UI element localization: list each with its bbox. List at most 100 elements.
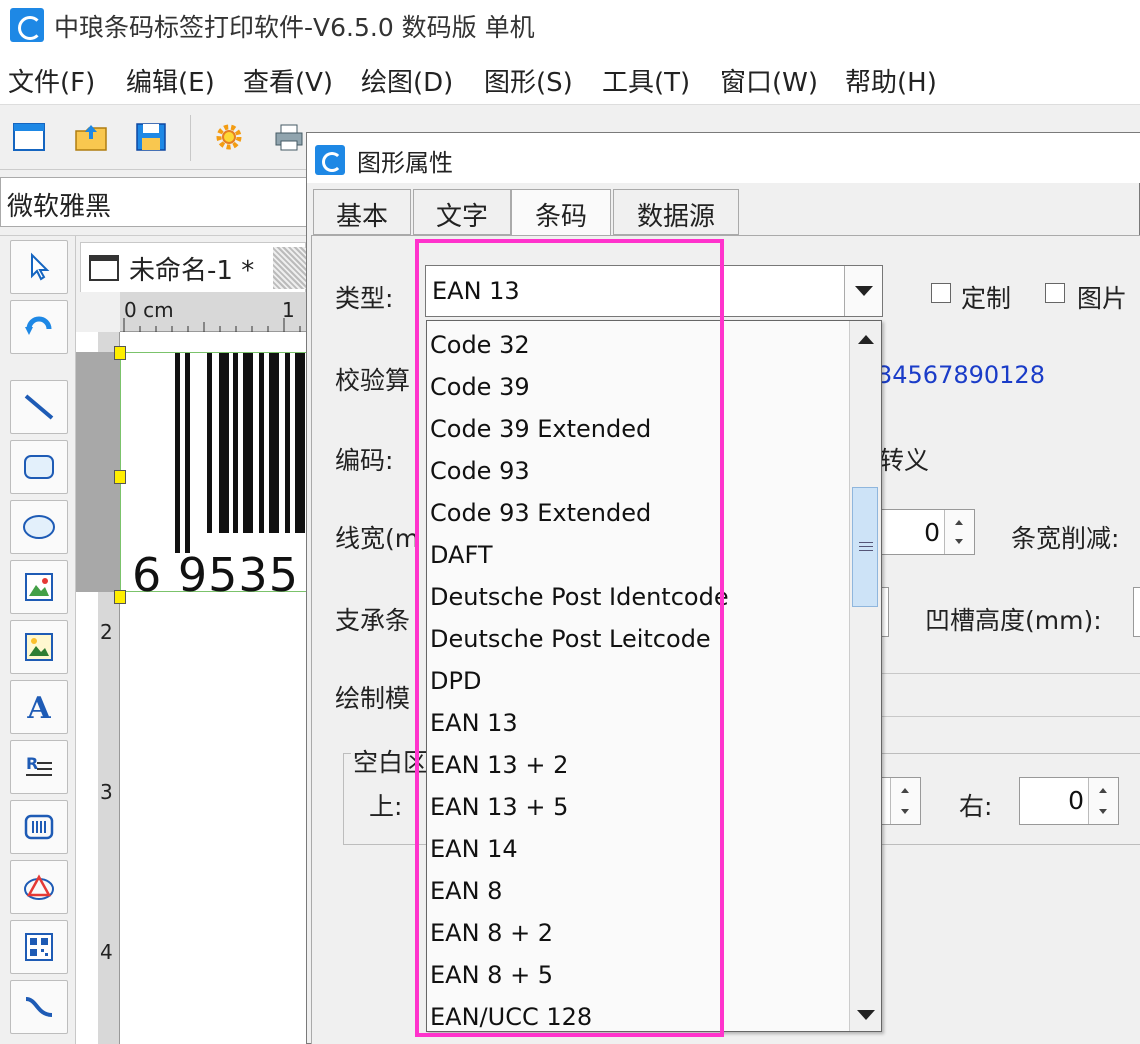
dialog-tabs: 基本 文字 条码 数据源 [313,189,1139,237]
selection-handle-top[interactable] [114,346,126,360]
rich-text-icon: R [26,754,52,776]
top-margin-spin-buttons[interactable] [890,778,920,824]
top-margin-spinner[interactable] [881,777,921,825]
menu-window[interactable]: 窗口(W) [720,62,818,99]
rich-text-tool-button[interactable]: R [10,740,68,794]
ruler-v-mark-2: 2 [100,620,113,644]
open-folder-icon[interactable] [74,121,108,153]
font-family-select[interactable]: 微软雅黑 [0,177,310,227]
save-icon[interactable] [134,121,168,153]
line-icon [24,394,54,420]
right-margin-label: 右: [959,792,993,821]
document-tab-close-icon[interactable] [273,247,307,289]
right-margin-spinner[interactable]: 0 [1019,777,1119,825]
shape-icon [24,874,54,900]
left-toolbox: A R [0,236,76,1044]
ruler-v-mark-4: 4 [100,940,113,964]
ellipse-tool-button[interactable] [10,500,68,554]
curve-icon [25,997,53,1017]
svg-text:A: A [26,691,51,723]
barcode-tool-button[interactable] [10,800,68,854]
select-arrow-icon [31,252,50,281]
combo-dropdown-button[interactable] [844,266,882,316]
tab-datasource[interactable]: 数据源 [613,189,739,235]
font-bar: 微软雅黑 [0,170,310,236]
new-window-icon[interactable] [12,121,46,153]
qrcode-tool-button[interactable] [10,920,68,974]
document-tab[interactable]: 未命名-1 * [80,242,307,292]
right-margin-spin-buttons[interactable] [1088,778,1118,824]
magenta-highlight-frame [415,239,724,1037]
image-checkbox-label: 图片 [1077,284,1128,313]
menu-bar: 文件(F) 编辑(E) 查看(V) 绘图(D) 图形(S) 工具(T) 窗口(W… [0,54,1140,104]
rounded-rect-icon [24,455,54,479]
spin-up-icon [901,788,909,793]
rotate-icon [25,316,52,335]
line-width-spin-buttons[interactable] [944,510,974,554]
bearer-label: 支承条 [335,606,411,635]
notch-height-input[interactable] [1133,587,1140,637]
dialog-title: 图形属性 [357,149,453,177]
image-checkbox[interactable] [1045,283,1065,303]
ruler-ticks [123,318,301,332]
design-canvas[interactable]: 0 cm 1 1 2 3 4 6 9535 [76,292,310,1044]
app-title-bar: 中琅条码标签打印软件-V6.5.0 数码版 单机 [0,0,1140,50]
scroll-up-button[interactable] [850,323,882,355]
rotate-tool-button[interactable] [10,300,68,354]
print-icon[interactable] [272,121,306,153]
top-margin-label: 上: [369,792,403,821]
checksum-label: 校验算 [335,366,411,395]
line-width-label: 线宽(m [335,524,420,553]
rounded-rect-tool-button[interactable] [10,440,68,494]
chevron-down-icon [857,1010,875,1020]
custom-checkbox[interactable] [931,283,951,303]
menu-help[interactable]: 帮助(H) [845,62,937,99]
picture-tool-button[interactable] [10,620,68,674]
encoding-label: 编码: [335,446,394,475]
scroll-thumb[interactable] [852,487,878,607]
menu-view[interactable]: 查看(V) [243,62,333,99]
horizontal-ruler: 0 cm 1 [120,292,310,332]
bearer-select-edge[interactable] [881,587,889,637]
selection-handle-bottom[interactable] [114,590,126,604]
spin-up-icon [1099,788,1107,793]
menu-edit[interactable]: 编辑(E) [126,62,215,99]
checksum-value: 34567890128 [877,361,1045,389]
chevron-down-icon [854,286,873,296]
image-tool-button[interactable] [10,560,68,614]
tab-text[interactable]: 文字 [413,189,511,235]
tab-basic[interactable]: 基本 [313,189,411,235]
document-tab-label: 未命名-1 * [129,256,255,286]
ellipse-icon [23,515,55,539]
line-width-spinner[interactable]: 0 [881,509,975,555]
menu-shape[interactable]: 图形(S) [484,62,573,99]
dialog-title-bar[interactable]: 图形属性 [307,133,1140,183]
selection-handle-middle[interactable] [114,470,126,484]
barcode-graphic[interactable] [121,353,311,553]
barcode-digits: 6 9535 [132,548,299,602]
scroll-down-button[interactable] [850,999,882,1031]
select-tool-button[interactable] [10,240,68,294]
draw-mode-select[interactable] [881,673,1140,717]
menu-tools[interactable]: 工具(T) [602,62,690,99]
picture-icon [25,633,53,661]
right-margin-value: 0 [1068,786,1084,815]
bar-reduce-label: 条宽削减: [1011,524,1120,553]
text-tool-button[interactable]: A [10,680,68,734]
text-a-icon: A [26,691,51,723]
tab-barcode[interactable]: 条码 [511,189,611,237]
curve-tool-button[interactable] [10,980,68,1034]
qrcode-icon [25,933,53,961]
settings-gear-icon[interactable] [212,121,246,153]
line-width-value: 0 [924,518,940,547]
notch-height-label: 凹槽高度(mm): [925,606,1102,635]
line-tool-button[interactable] [10,380,68,434]
menu-draw[interactable]: 绘图(D) [361,62,453,99]
shape-tool-button[interactable] [10,860,68,914]
dialog-logo-icon [315,145,345,175]
svg-text:R: R [26,754,38,773]
spin-up-icon [955,520,963,525]
dropdown-scrollbar[interactable] [849,321,881,1031]
barcode-icon [24,814,54,840]
menu-file[interactable]: 文件(F) [8,62,95,99]
